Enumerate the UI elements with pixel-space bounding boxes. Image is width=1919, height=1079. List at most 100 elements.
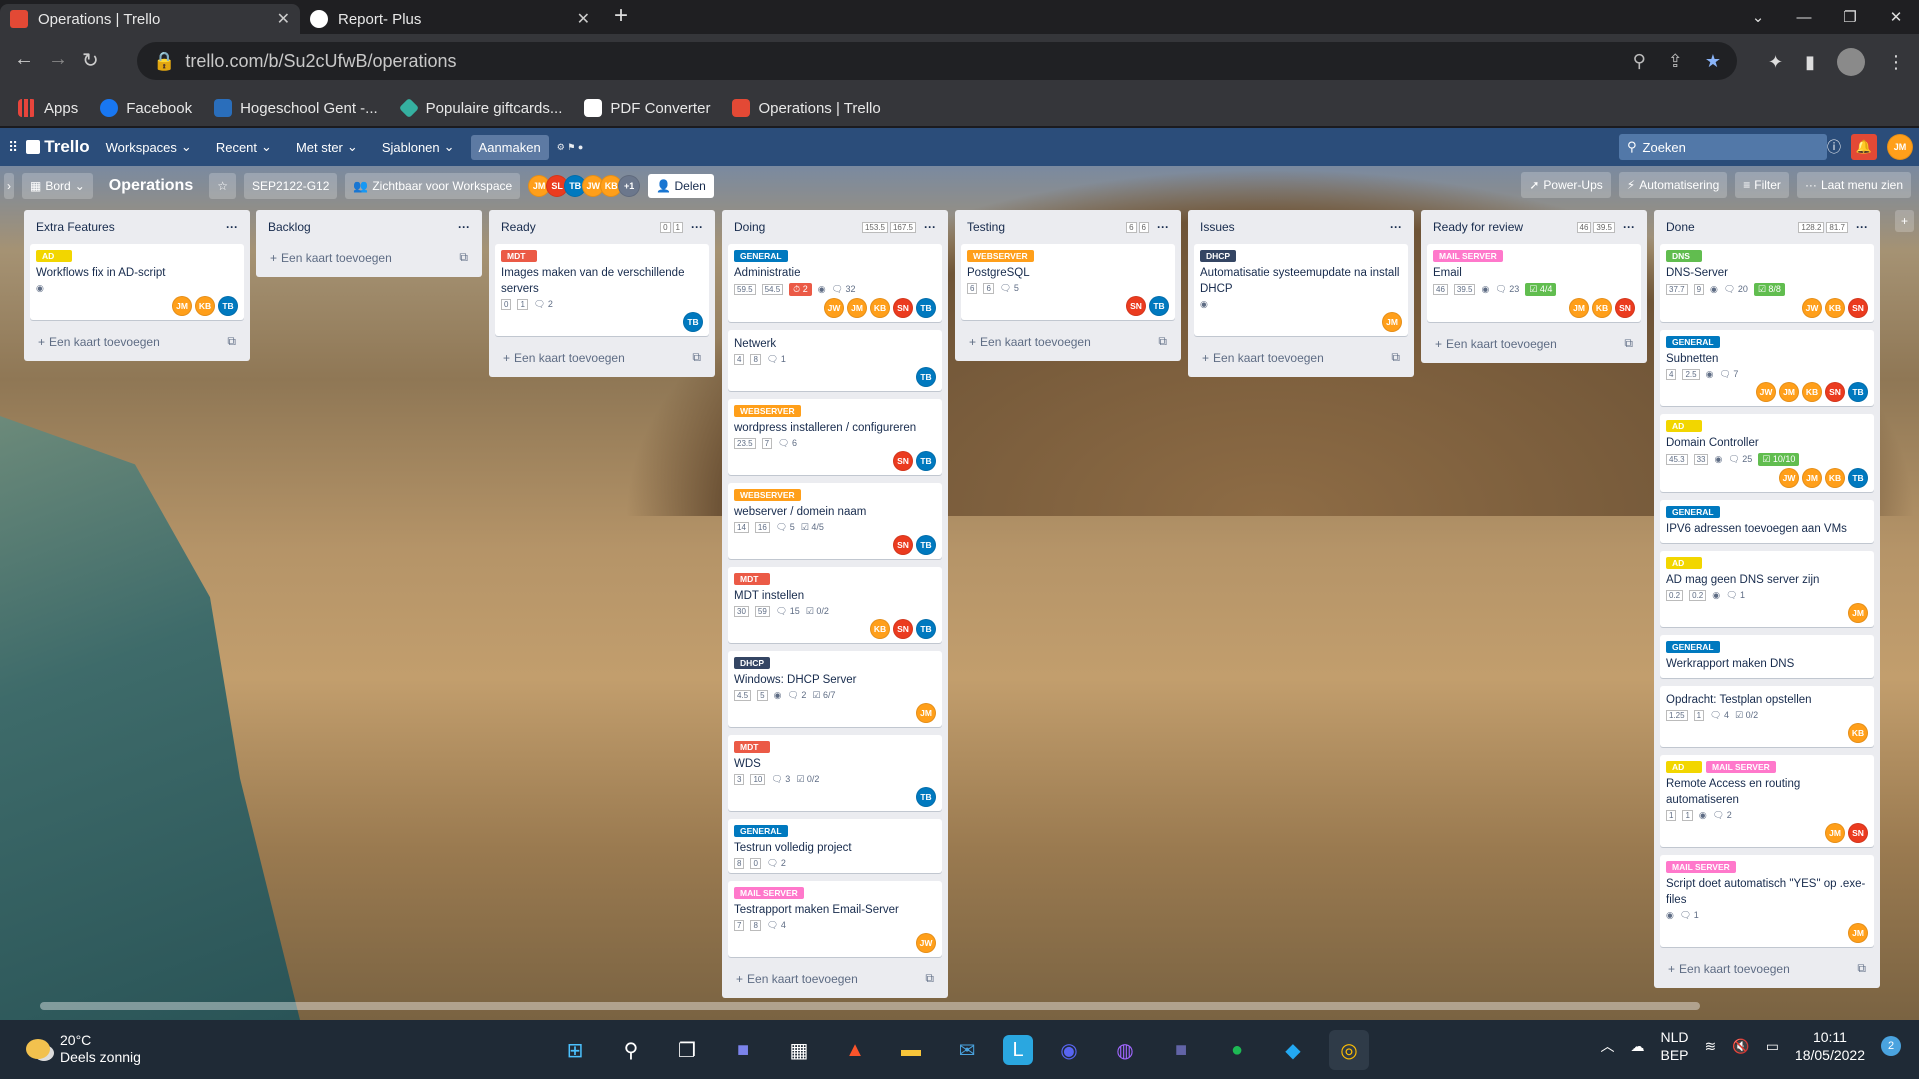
card[interactable]: Netwerk 4 8 🗨 1 TB <box>728 330 942 391</box>
member-avatar[interactable]: KB <box>870 619 890 639</box>
bookmark-trello[interactable]: Operations | Trello <box>732 99 881 117</box>
bookmark-apps[interactable]: Apps <box>18 99 78 117</box>
member-avatar[interactable]: JM <box>1569 298 1589 318</box>
user-avatar[interactable]: JM <box>1887 134 1913 160</box>
member-avatar[interactable]: JM <box>1802 468 1822 488</box>
card-template-icon[interactable]: ⧉ <box>1158 334 1167 349</box>
list-menu-icon[interactable]: ··· <box>226 220 238 234</box>
card-template-icon[interactable]: ⧉ <box>1624 336 1633 351</box>
card[interactable]: WEBSERVER PostgreSQL 6 6 🗨 5 SN TB <box>961 244 1175 320</box>
card[interactable]: MAIL SERVER Testrapport maken Email-Serve… <box>728 881 942 957</box>
card[interactable]: AD Domain Controller 45.3 33 ◉ 🗨 25 ☑ 10/10 JW J… <box>1660 414 1874 492</box>
bookmark-facebook[interactable]: Facebook <box>100 99 192 117</box>
list-title[interactable]: Backlog <box>268 220 458 234</box>
notification-count-badge[interactable]: 2 <box>1881 1036 1901 1056</box>
messenger-icon[interactable]: ◍ <box>1105 1030 1145 1070</box>
browser-tab-report[interactable]: Report- Plus ✕ <box>300 4 600 34</box>
chrome-icon[interactable]: ◎ <box>1329 1030 1369 1070</box>
list-header[interactable]: Extra Features ··· <box>30 210 244 244</box>
add-card-button[interactable]: + Een kaart toevoegen ⧉ <box>1427 330 1641 357</box>
member-avatar[interactable]: JM <box>1848 923 1868 943</box>
menu-templates[interactable]: Sjablonen ⌄ <box>374 134 463 160</box>
card[interactable]: DHCP Windows: DHCP Server 4.5 5 ◉ 🗨 2 ☑ 6/7 JM <box>728 651 942 727</box>
list-title[interactable]: Testing <box>967 220 1126 234</box>
collapse-sidebar-icon[interactable]: › <box>4 173 14 199</box>
member-avatar[interactable]: KB <box>1592 298 1612 318</box>
add-card-button[interactable]: + Een kaart toevoegen ⧉ <box>495 344 709 371</box>
member-avatar[interactable]: SN <box>893 298 913 318</box>
card[interactable]: General Werkrapport maken DNS <box>1660 635 1874 678</box>
member-avatar[interactable]: JM <box>1825 823 1845 843</box>
board-view-switcher[interactable]: ▦ Bord ⌄ <box>22 173 93 199</box>
input-language[interactable]: NLD BEP <box>1661 1028 1689 1064</box>
lens-icon[interactable]: L <box>1003 1035 1033 1065</box>
member-avatar[interactable]: JW <box>1802 298 1822 318</box>
card-template-icon[interactable]: ⧉ <box>1857 961 1866 976</box>
card[interactable]: AD AD mag geen DNS server zijn 0.2 0.2 ◉ 🗨 1 J… <box>1660 551 1874 627</box>
member-avatar[interactable]: SN <box>1615 298 1635 318</box>
brave-icon[interactable]: ▲ <box>835 1030 875 1070</box>
list-title[interactable]: Ready <box>501 220 660 234</box>
share-button[interactable]: 👤 Delen <box>648 174 714 198</box>
address-bar[interactable]: 🔒 trello.com/b/Su2cUfwB/operations ⚲ ⇪ ★ <box>137 42 1737 80</box>
member-avatar[interactable]: TB <box>1149 296 1169 316</box>
member-avatar[interactable]: JW <box>1779 468 1799 488</box>
list-menu-icon[interactable]: ··· <box>1623 220 1635 234</box>
list-header[interactable]: Done 128.2 81.7 ··· <box>1660 210 1874 244</box>
card-template-icon[interactable]: ⧉ <box>692 350 701 365</box>
reload-icon[interactable]: ↻ <box>82 48 99 73</box>
extension-icons[interactable]: ⚙ ⚑ ● <box>557 142 584 153</box>
card[interactable]: DHCP Automatisatie systeemupdate na insta… <box>1194 244 1408 336</box>
member-avatar[interactable]: JM <box>847 298 867 318</box>
card[interactable]: AD MAIL SERVER Remote Access en routing au… <box>1660 755 1874 847</box>
card[interactable]: General Subnetten 4 2.5 ◉ 🗨 7 JW JM KB SN TB <box>1660 330 1874 406</box>
menu-workspaces[interactable]: Workspaces ⌄ <box>98 134 200 160</box>
forward-icon[interactable]: → <box>48 48 68 71</box>
member-avatar[interactable]: JM <box>1779 382 1799 402</box>
vscode-icon[interactable]: ◆ <box>1273 1030 1313 1070</box>
extensions-icon[interactable]: ✦ <box>1768 52 1783 73</box>
member-avatar[interactable]: TB <box>916 367 936 387</box>
member-avatar[interactable]: SN <box>893 619 913 639</box>
chevron-up-icon[interactable]: ︿ <box>1601 1036 1615 1056</box>
member-avatar[interactable]: TB <box>916 619 936 639</box>
member-avatar[interactable]: KB <box>1802 382 1822 402</box>
member-avatar[interactable]: SN <box>1848 823 1868 843</box>
member-avatar[interactable]: TB <box>916 787 936 807</box>
card[interactable]: MDT Images maken van de verschillende ser… <box>495 244 709 336</box>
list-title[interactable]: Doing <box>734 220 862 234</box>
more-members[interactable]: +1 <box>618 175 641 197</box>
board-members[interactable]: JM SL TB JW KB +1 <box>528 175 641 197</box>
profile-avatar[interactable] <box>1837 48 1865 76</box>
card[interactable]: Opdracht: Testplan opstellen 1.25 1 🗨 4 ☑ 0/… <box>1660 686 1874 747</box>
card-template-icon[interactable]: ⧉ <box>925 971 934 986</box>
add-list-icon[interactable]: + <box>1895 210 1915 232</box>
search-icon[interactable]: ⚲ <box>611 1030 651 1070</box>
teams-icon[interactable]: ■ <box>1161 1030 1201 1070</box>
bookmark-star-icon[interactable]: ★ <box>1705 51 1721 72</box>
powerups-button[interactable]: ➚ Power-Ups <box>1521 172 1611 198</box>
add-card-button[interactable]: + Een kaart toevoegen ⧉ <box>728 965 942 992</box>
list-header[interactable]: Issues ··· <box>1194 210 1408 244</box>
list-menu-icon[interactable]: ··· <box>1157 220 1169 234</box>
member-avatar[interactable]: JM <box>1848 603 1868 623</box>
back-icon[interactable]: ← <box>14 48 34 71</box>
list-menu-icon[interactable]: ··· <box>924 220 936 234</box>
list-menu-icon[interactable]: ··· <box>1390 220 1402 234</box>
card-template-icon[interactable]: ⧉ <box>1391 350 1400 365</box>
card[interactable]: WEBSERVER webserver / domein naam 14 16 🗨 5 ☑… <box>728 483 942 559</box>
app-switcher-icon[interactable]: ⠿ <box>8 139 18 156</box>
member-avatar[interactable]: TB <box>916 298 936 318</box>
member-avatar[interactable]: KB <box>1848 723 1868 743</box>
chrome-menu-icon[interactable]: ⋮ <box>1887 52 1905 73</box>
member-avatar[interactable]: KB <box>870 298 890 318</box>
info-icon[interactable]: ⓘ <box>1827 137 1841 157</box>
add-card-button[interactable]: + Een kaart toevoegen ⧉ <box>262 244 476 271</box>
discord-icon[interactable]: ◉ <box>1049 1030 1089 1070</box>
zoom-icon[interactable]: ⚲ <box>1633 51 1646 72</box>
star-board-icon[interactable]: ☆ <box>209 173 236 199</box>
list-header[interactable]: Ready 0 1 ··· <box>495 210 709 244</box>
list-menu-icon[interactable]: ··· <box>1856 220 1868 234</box>
clock[interactable]: 10:11 18/05/2022 <box>1795 1028 1865 1064</box>
member-avatar[interactable]: JM <box>916 703 936 723</box>
